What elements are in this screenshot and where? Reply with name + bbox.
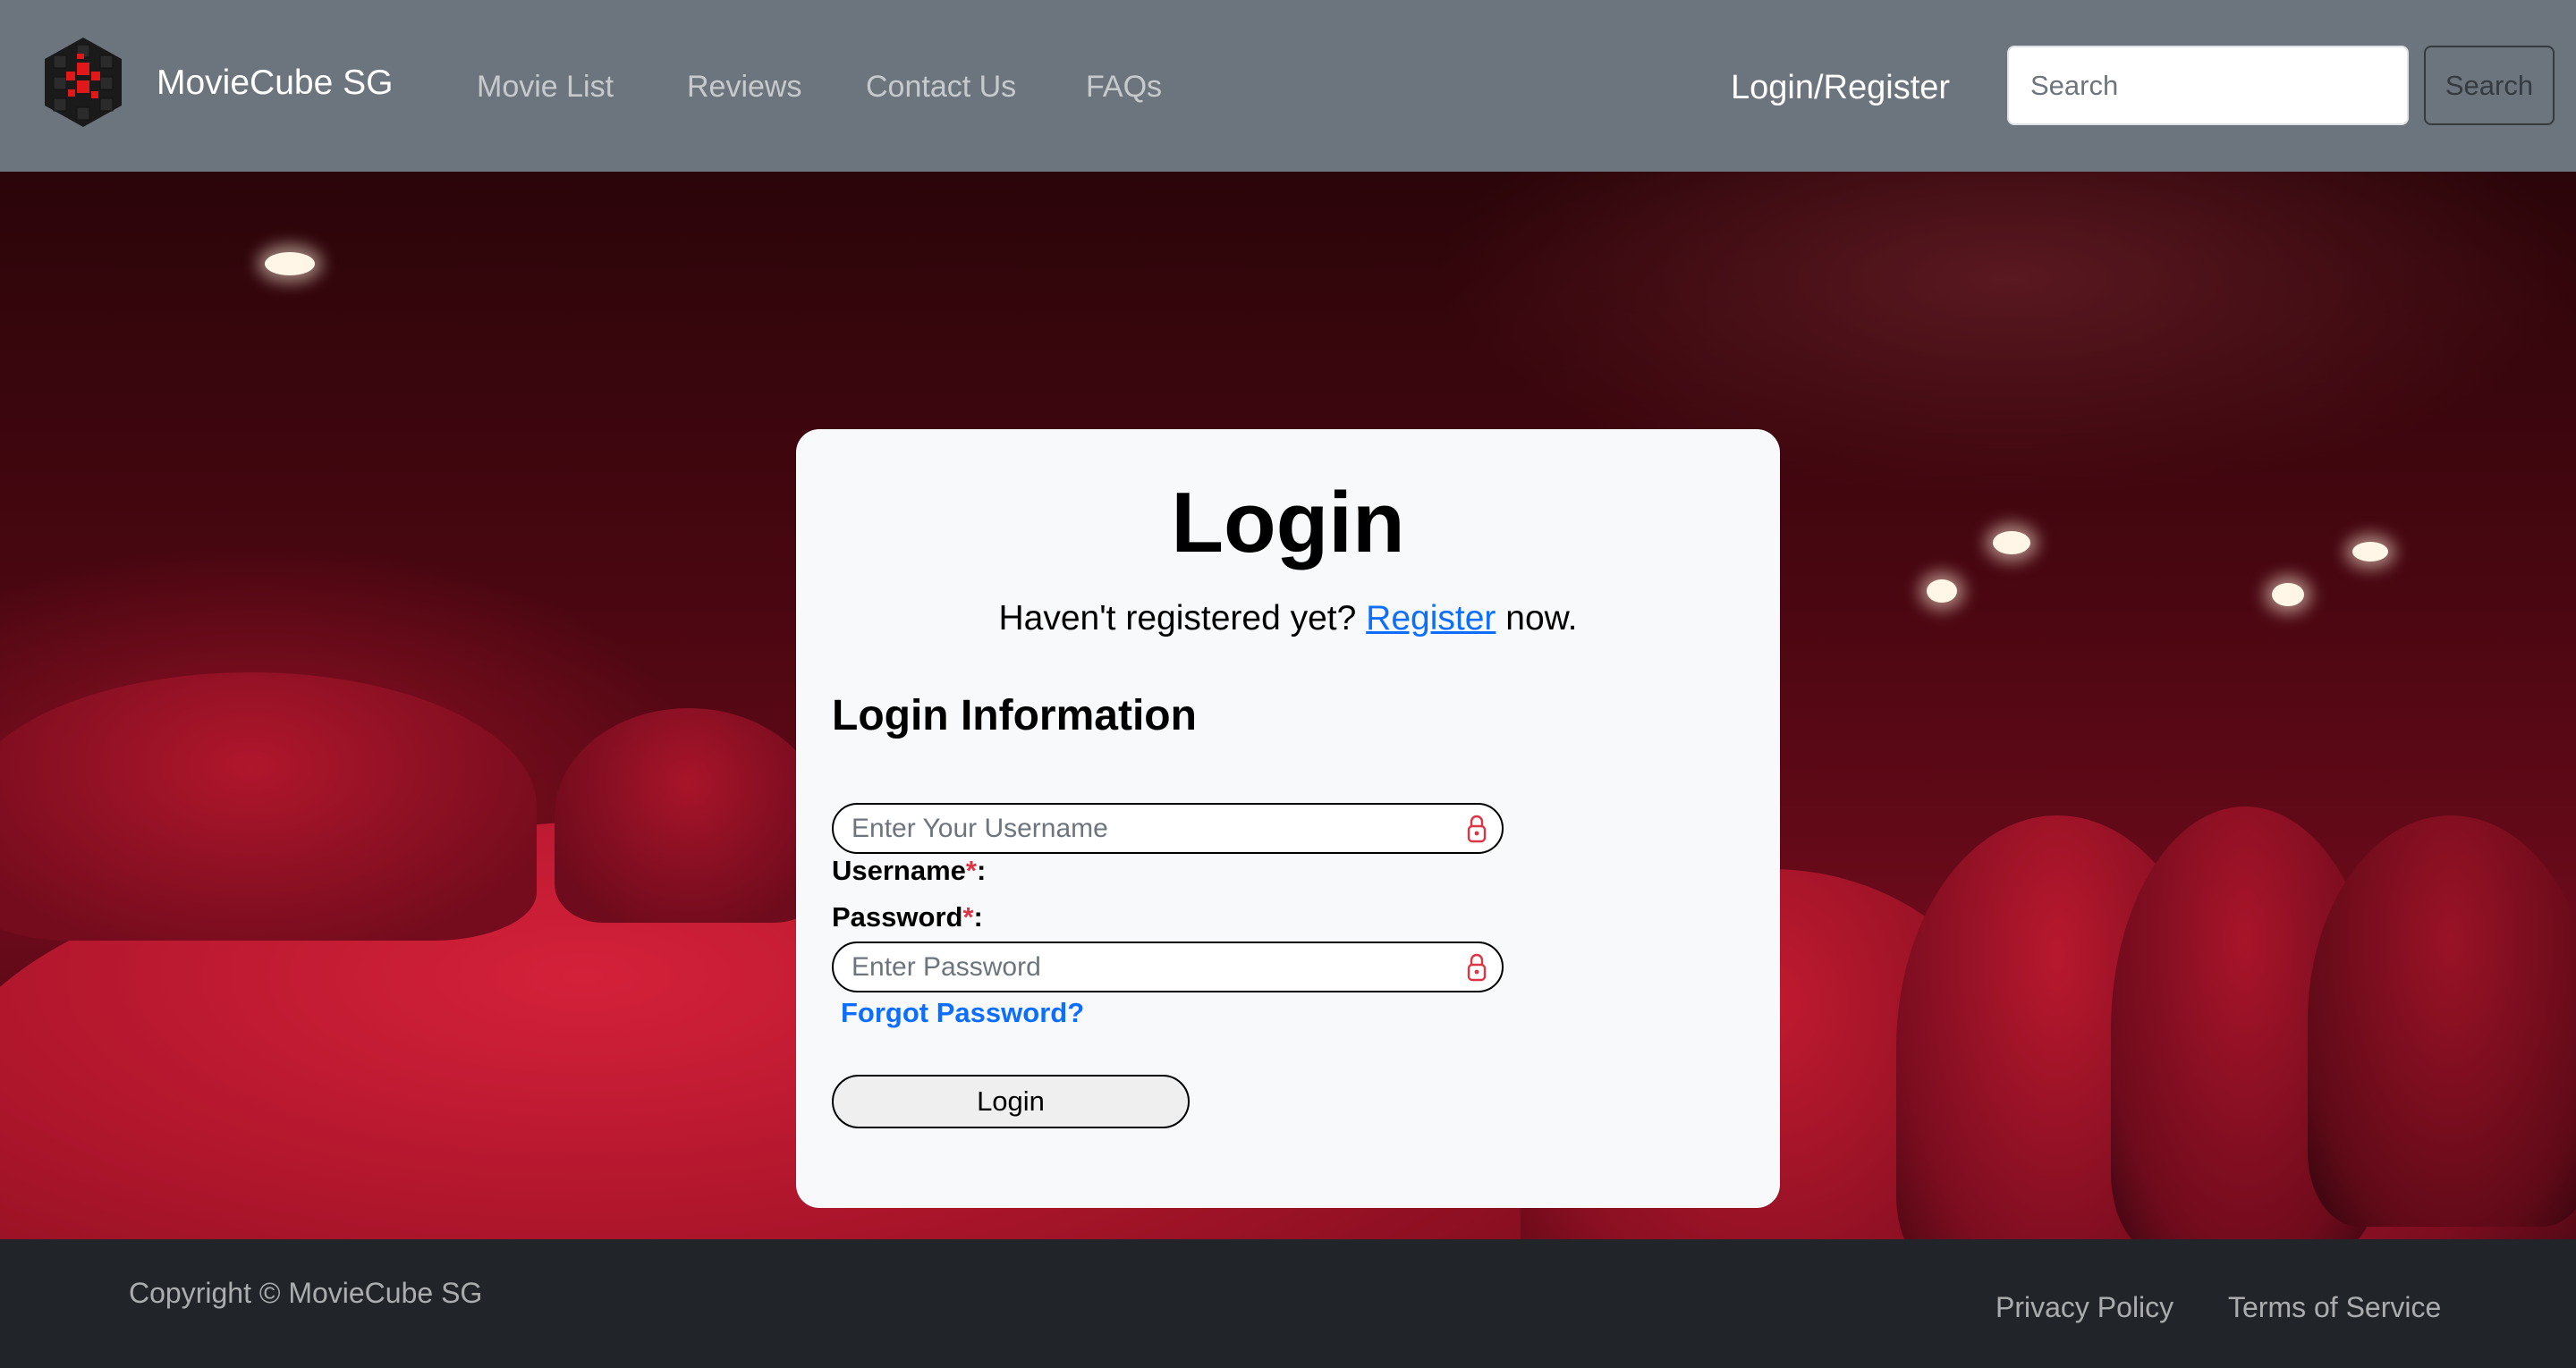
brand-name[interactable]: MovieCube SG bbox=[157, 63, 393, 104]
required-mark: * bbox=[965, 855, 977, 886]
password-label: Password*: bbox=[832, 900, 983, 934]
nav-link-contact-us[interactable]: Contact Us bbox=[866, 68, 1016, 106]
register-prompt-prefix: Haven't registered yet? bbox=[998, 599, 1357, 638]
ceiling-light bbox=[1993, 531, 2030, 554]
lock-icon bbox=[1467, 815, 1487, 843]
nav-link-reviews[interactable]: Reviews bbox=[687, 68, 801, 106]
search-input[interactable] bbox=[2007, 46, 2409, 125]
login-button[interactable]: Login bbox=[832, 1075, 1190, 1128]
ceiling-light bbox=[1927, 579, 1957, 603]
forgot-password-link[interactable]: Forgot Password? bbox=[841, 996, 1084, 1030]
label-colon: : bbox=[977, 855, 987, 886]
footer: Copyright © MovieCube SG Privacy Policy … bbox=[0, 1239, 2576, 1368]
hero-background: Login Haven't registered yet? Register n… bbox=[0, 172, 2576, 1239]
register-prompt-suffix: now. bbox=[1505, 599, 1578, 638]
password-label-text: Password bbox=[832, 901, 963, 933]
ceiling-light bbox=[265, 252, 315, 275]
register-prompt: Haven't registered yet? Register now. bbox=[796, 597, 1780, 640]
terms-of-service-link[interactable]: Terms of Service bbox=[2228, 1289, 2441, 1325]
login-card: Login Haven't registered yet? Register n… bbox=[796, 429, 1780, 1208]
ceiling-light bbox=[2272, 583, 2304, 606]
section-heading: Login Information bbox=[832, 692, 1197, 739]
nav-link-movie-list[interactable]: Movie List bbox=[477, 68, 614, 106]
username-label: Username*: bbox=[832, 854, 986, 888]
cube-logo-icon[interactable] bbox=[41, 36, 125, 129]
username-label-text: Username bbox=[832, 855, 966, 886]
register-link[interactable]: Register bbox=[1366, 599, 1496, 638]
cinema-seat bbox=[0, 672, 537, 941]
password-input[interactable] bbox=[852, 950, 1424, 984]
page-title: Login bbox=[1171, 475, 1405, 570]
cinema-seat bbox=[2308, 815, 2576, 1227]
search-button[interactable]: Search bbox=[2424, 46, 2555, 125]
password-field[interactable] bbox=[832, 942, 1504, 992]
username-input[interactable] bbox=[852, 812, 1424, 846]
nav-link-faqs[interactable]: FAQs bbox=[1086, 68, 1162, 106]
privacy-policy-link[interactable]: Privacy Policy bbox=[1996, 1289, 2174, 1325]
username-field[interactable] bbox=[832, 803, 1504, 854]
ceiling-light bbox=[2352, 542, 2388, 562]
label-colon: : bbox=[973, 901, 983, 933]
copyright-text: Copyright © MovieCube SG bbox=[129, 1277, 483, 1309]
login-register-link[interactable]: Login/Register bbox=[1731, 67, 1950, 108]
required-mark: * bbox=[962, 901, 974, 933]
lock-icon bbox=[1467, 953, 1487, 982]
navbar: MovieCube SG Movie List Reviews Contact … bbox=[0, 0, 2576, 172]
cinema-seat bbox=[555, 708, 823, 923]
